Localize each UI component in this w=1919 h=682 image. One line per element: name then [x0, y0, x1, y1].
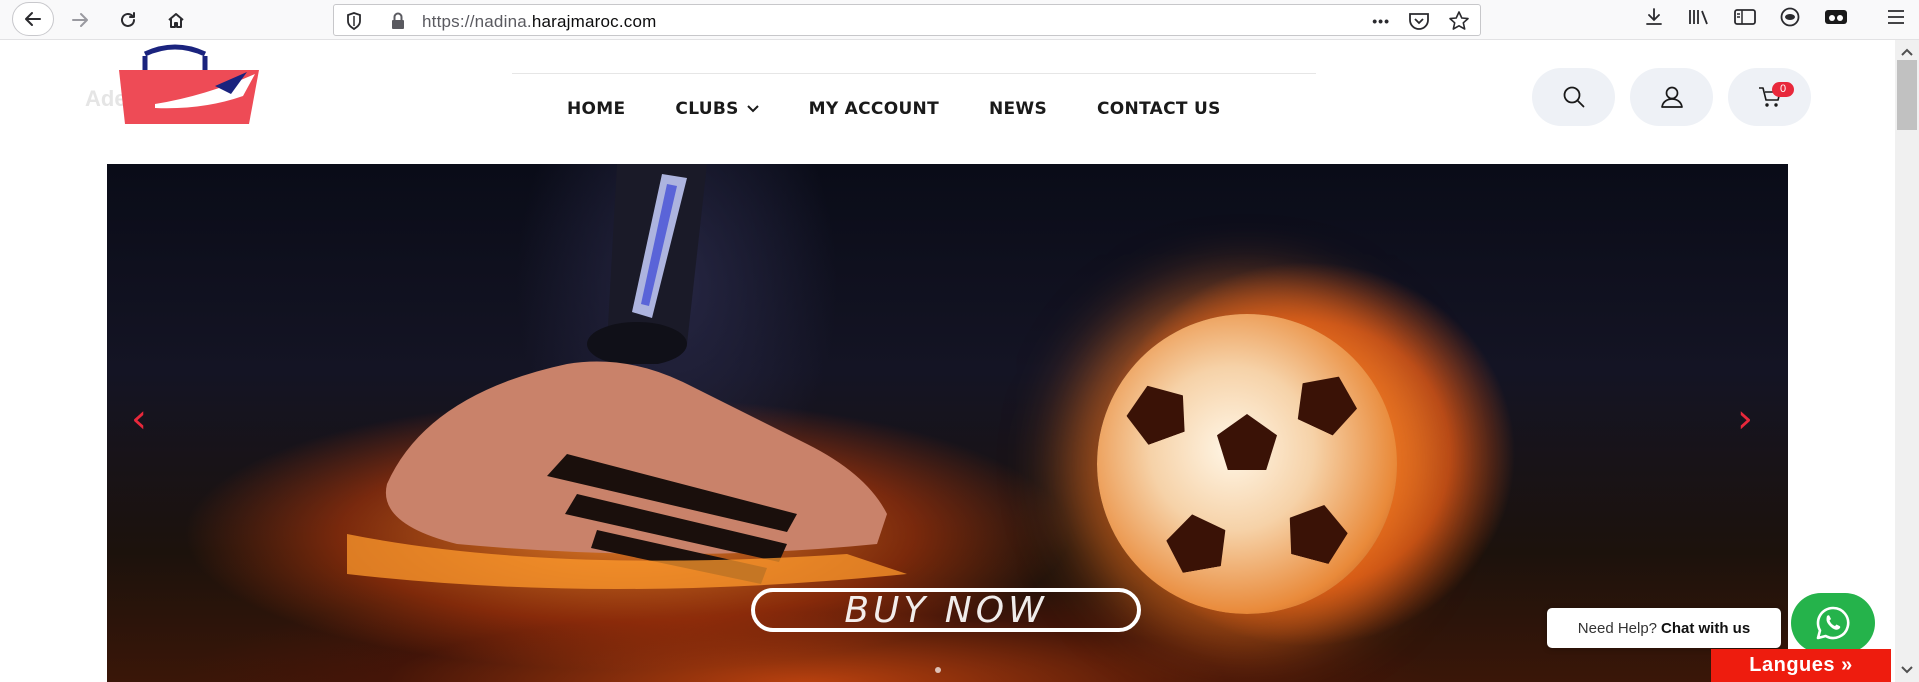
logo-faded-text: Ade: [85, 86, 127, 111]
account-button[interactable]: [1630, 68, 1713, 126]
page-actions-button[interactable]: •••: [1372, 13, 1390, 29]
account-icon[interactable]: [1779, 6, 1801, 28]
whatsapp-icon: [1816, 606, 1850, 640]
nav-label: HOME: [567, 99, 626, 119]
nav-label: NEWS: [988, 99, 1048, 119]
url-text[interactable]: https://nadina.harajmaroc.com: [422, 12, 657, 32]
football-boot-image: [347, 361, 907, 589]
nav-divider: [512, 73, 1316, 74]
forward-button[interactable]: [64, 4, 96, 36]
shopping-bag-logo-icon: Ade: [85, 44, 259, 124]
chat-cta: Chat with us: [1661, 619, 1751, 637]
user-icon: [1660, 86, 1683, 108]
chat-prompt[interactable]: Need Help? Chat with us: [1547, 608, 1781, 648]
home-button[interactable]: [160, 4, 192, 36]
lock-icon[interactable]: [389, 11, 407, 31]
chevron-down-icon: [746, 105, 759, 113]
reload-button[interactable]: [112, 4, 144, 36]
page-scrollbar[interactable]: [1895, 40, 1919, 682]
address-bar[interactable]: https://nadina.harajmaroc.com •••: [333, 4, 1481, 36]
fire-soccer-ball-image: [1097, 314, 1397, 614]
nav-item-my-account[interactable]: MY ACCOUNT: [809, 99, 939, 119]
nav-item-news[interactable]: NEWS: [989, 99, 1047, 119]
cart-count-badge: 0: [1772, 82, 1794, 97]
home-icon: [168, 13, 184, 28]
whatsapp-button[interactable]: [1791, 593, 1875, 653]
language-switcher[interactable]: Langues »: [1711, 649, 1891, 682]
browser-toolbar: https://nadina.harajmaroc.com •••: [0, 0, 1919, 40]
download-icon[interactable]: [1643, 6, 1665, 28]
nav-label: CONTACT US: [1097, 99, 1221, 119]
scroll-thumb[interactable]: [1897, 60, 1917, 130]
cart-button[interactable]: 0: [1728, 68, 1811, 126]
header-actions: 0: [1532, 68, 1811, 126]
nav-label: CLUBS: [675, 99, 739, 119]
reload-icon: [121, 12, 135, 27]
menu-icon[interactable]: [1885, 6, 1907, 28]
site-logo[interactable]: Ade: [85, 44, 295, 132]
search-button[interactable]: [1532, 68, 1615, 126]
back-button[interactable]: [12, 2, 54, 36]
slider-next-button[interactable]: ›: [1737, 396, 1753, 442]
hero-slider: ‹ › BUY NOW: [107, 164, 1788, 682]
nav-item-clubs[interactable]: CLUBS: [675, 99, 759, 119]
buy-now-button[interactable]: BUY NOW: [751, 588, 1141, 632]
scroll-down-icon[interactable]: [1895, 662, 1919, 678]
library-icon[interactable]: [1687, 6, 1711, 28]
slider-prev-button[interactable]: ‹: [131, 396, 147, 442]
slider-dot[interactable]: [935, 667, 941, 673]
nav-item-home[interactable]: HOME: [567, 99, 625, 119]
nav-item-contact-us[interactable]: CONTACT US: [1097, 99, 1221, 119]
sidebar-icon[interactable]: [1733, 6, 1757, 28]
shield-icon[interactable]: [344, 11, 364, 31]
pocket-icon[interactable]: [1408, 11, 1430, 31]
url-actions: •••: [1372, 10, 1470, 32]
scroll-up-icon[interactable]: [1895, 44, 1919, 60]
nav-label: MY ACCOUNT: [808, 99, 939, 119]
extension-icon[interactable]: [1823, 6, 1849, 28]
search-icon: [1563, 86, 1584, 108]
browser-tools: [1643, 6, 1907, 28]
chat-prefix: Need Help?: [1577, 619, 1658, 637]
bookmark-star-icon[interactable]: [1448, 10, 1470, 32]
main-navigation: HOME CLUBS MY ACCOUNT NEWS CONTACT US: [567, 99, 1271, 119]
arrow-left-icon: [25, 12, 41, 26]
arrow-right-icon: [72, 13, 88, 27]
